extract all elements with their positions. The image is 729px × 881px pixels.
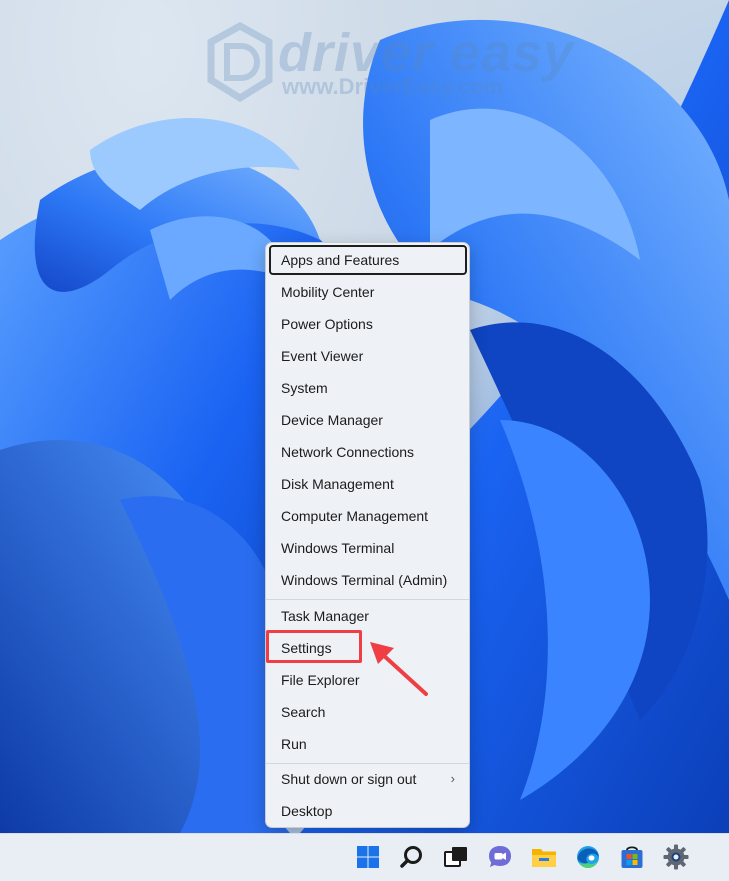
menu-item-task-manager[interactable]: Task Manager <box>269 601 467 631</box>
menu-item-mobility-center[interactable]: Mobility Center <box>269 277 467 307</box>
menu-separator <box>266 599 469 600</box>
microsoft-store-icon[interactable] <box>618 843 646 871</box>
desktop: driver easy www.DriverEasy.com Apps and … <box>0 0 729 880</box>
menu-item-network-connections[interactable]: Network Connections <box>269 437 467 467</box>
teams-chat-icon[interactable] <box>486 843 514 871</box>
winx-context-menu: Apps and Features Mobility Center Power … <box>265 242 470 828</box>
watermark-url: www.DriverEasy.com <box>282 74 504 99</box>
menu-item-apps-and-features[interactable]: Apps and Features <box>269 245 467 275</box>
menu-item-system[interactable]: System <box>269 373 467 403</box>
menu-item-event-viewer[interactable]: Event Viewer <box>269 341 467 371</box>
chevron-right-icon: › <box>450 771 455 786</box>
red-arrow-icon <box>370 642 428 696</box>
settings-highlight-box <box>266 630 362 663</box>
menu-item-search[interactable]: Search <box>269 697 467 727</box>
menu-item-label: Shut down or sign out <box>281 771 417 787</box>
menu-item-computer-management[interactable]: Computer Management <box>269 501 467 531</box>
menu-item-shut-down-or-sign-out[interactable]: Shut down or sign out › <box>269 764 467 794</box>
menu-item-disk-management[interactable]: Disk Management <box>269 469 467 499</box>
watermark-logo-icon <box>207 22 273 102</box>
settings-gear-icon[interactable] <box>662 843 690 871</box>
menu-item-desktop[interactable]: Desktop <box>269 796 467 826</box>
windows-start-icon[interactable] <box>354 843 382 871</box>
menu-item-device-manager[interactable]: Device Manager <box>269 405 467 435</box>
file-explorer-icon[interactable] <box>530 843 558 871</box>
menu-item-windows-terminal-admin[interactable]: Windows Terminal (Admin) <box>269 565 467 595</box>
search-icon[interactable] <box>398 843 426 871</box>
menu-item-power-options[interactable]: Power Options <box>269 309 467 339</box>
task-view-icon[interactable] <box>442 843 470 871</box>
menu-item-run[interactable]: Run <box>269 729 467 759</box>
menu-item-windows-terminal[interactable]: Windows Terminal <box>269 533 467 563</box>
edge-icon[interactable] <box>574 843 602 871</box>
taskbar <box>0 833 729 881</box>
